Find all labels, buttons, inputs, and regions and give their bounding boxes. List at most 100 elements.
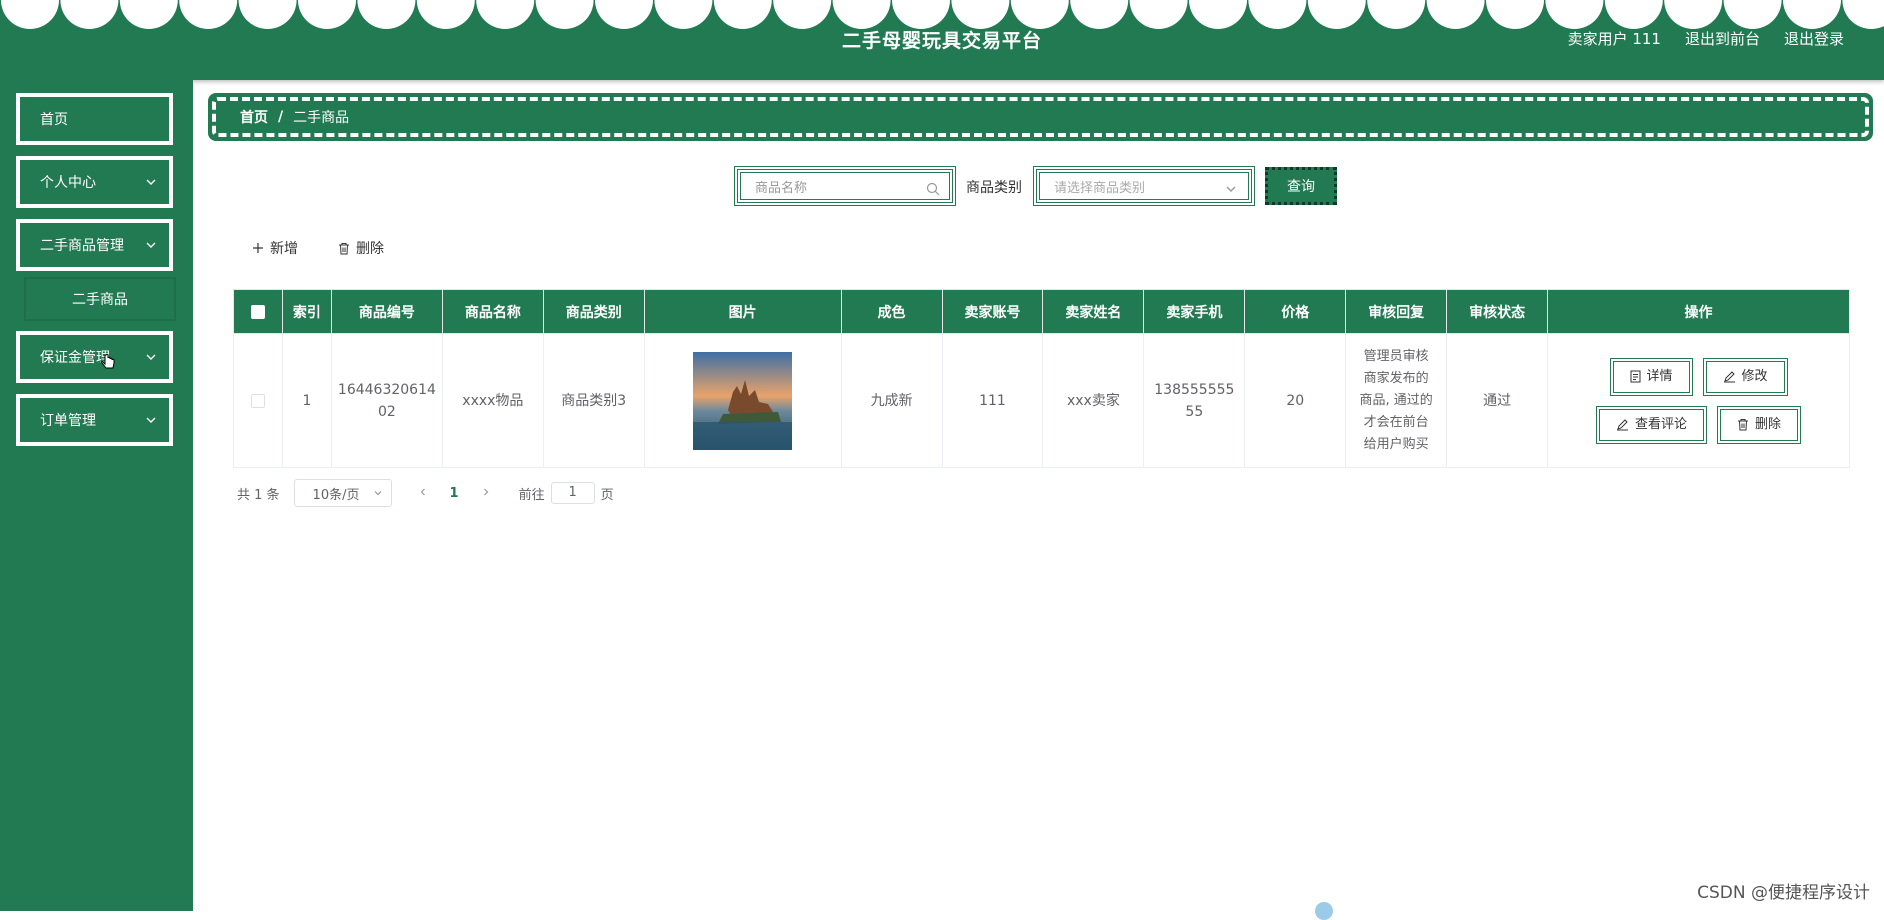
phone-line: 55 (1144, 401, 1244, 423)
logout-link[interactable]: 退出登录 (1784, 28, 1844, 49)
category-select[interactable]: 请选择商品类别 (1033, 166, 1255, 206)
price-cell: 20 (1245, 334, 1346, 468)
chevron-left-icon (418, 487, 428, 497)
name-cell: xxxx物品 (442, 334, 543, 468)
breadcrumb: 首页 / 二手商品 (208, 93, 1873, 141)
scallop (654, 0, 712, 29)
pagination: 共 1 条 10条/页 1 前往 1 页 (237, 479, 614, 507)
category-select-inner[interactable]: 请选择商品类别 (1039, 172, 1249, 200)
chevron-down-icon (145, 239, 157, 251)
column-header: 卖家手机 (1144, 290, 1245, 334)
goods-thumbnail-image[interactable] (693, 352, 792, 450)
chevron-right-icon (481, 487, 491, 497)
total-count: 共 1 条 (237, 484, 280, 503)
column-header: 卖家姓名 (1043, 290, 1144, 334)
scallop (1545, 0, 1603, 29)
pencil-icon (1616, 418, 1629, 431)
sidebar-subitem-goods[interactable]: 二手商品 (24, 277, 176, 321)
goto-suffix: 页 (601, 484, 614, 503)
scallop (1367, 0, 1425, 29)
goto-page-input[interactable]: 1 (551, 482, 595, 504)
detail-label: 详情 (1647, 366, 1673, 388)
seller-name-cell: xxx卖家 (1043, 334, 1144, 468)
scallop (536, 0, 594, 29)
chevron-down-icon (145, 414, 157, 426)
plus-icon (252, 242, 264, 254)
scallop (1070, 0, 1128, 29)
goods-table: 索引 商品编号 商品名称 商品类别 图片 成色 卖家账号 卖家姓名 卖家手机 价… (233, 289, 1850, 468)
watermark: CSDN @便捷程序设计 (1697, 878, 1870, 903)
sidebar-item-label: 订单管理 (40, 410, 96, 430)
select-all-cell[interactable] (234, 290, 283, 334)
scallop (120, 0, 178, 29)
sidebar-item-goods-management[interactable]: 二手商品管理 (16, 219, 173, 271)
breadcrumb-home[interactable]: 首页 (240, 107, 268, 127)
scallop (1308, 0, 1366, 29)
sidebar: 首页 个人中心 二手商品管理 二手商品 保证金管理 订单管理 (0, 80, 193, 911)
add-button[interactable]: 新增 (252, 238, 298, 258)
operations-group: 详情 修改 查看评论 删除 (1548, 358, 1849, 444)
scallop (1783, 0, 1841, 29)
page-size-value: 10条/页 (313, 484, 360, 503)
page-number[interactable]: 1 (450, 486, 459, 501)
scallop (417, 0, 475, 29)
row-select-cell[interactable] (234, 334, 283, 468)
table-row: 1 16446320614 02 xxxx物品 商品类别3 (234, 334, 1850, 468)
sidebar-item-deposit-management[interactable]: 保证金管理 (16, 331, 173, 383)
chevron-down-icon (373, 488, 383, 498)
scallop (1130, 0, 1188, 29)
column-header: 价格 (1245, 290, 1346, 334)
sidebar-item-personal-center[interactable]: 个人中心 (16, 156, 173, 208)
scallop (357, 0, 415, 29)
category-cell: 商品类别3 (543, 334, 644, 468)
edit-button[interactable]: 修改 (1703, 358, 1788, 396)
sidebar-item-home[interactable]: 首页 (16, 93, 173, 145)
trash-icon (1737, 418, 1749, 431)
edit-label: 修改 (1742, 366, 1768, 388)
pencil-icon (1723, 370, 1736, 383)
reply-line: 商家发布的 (1346, 368, 1446, 390)
scallop (239, 0, 297, 29)
search-input[interactable]: 商品名称 (740, 172, 950, 200)
row-checkbox[interactable] (251, 394, 265, 408)
hand-cursor-icon (100, 353, 116, 373)
next-page-button[interactable] (481, 486, 491, 501)
sidebar-item-label: 二手商品 (72, 289, 128, 309)
page-size-select[interactable]: 10条/页 (294, 479, 392, 507)
view-comments-button[interactable]: 查看评论 (1596, 406, 1707, 444)
breadcrumb-current: 二手商品 (293, 107, 349, 127)
top-header: 二手母婴玩具交易平台 卖家用户 111 退出到前台 退出登录 (0, 0, 1884, 80)
chevron-down-icon (145, 176, 157, 188)
trash-icon (338, 242, 350, 255)
sidebar-item-label: 个人中心 (40, 172, 96, 192)
operations-row: 详情 修改 (1610, 358, 1788, 396)
scallop (1, 0, 59, 29)
column-header: 商品类别 (543, 290, 644, 334)
image-cell (644, 334, 841, 468)
search-icon (926, 182, 940, 196)
table-header-row: 索引 商品编号 商品名称 商品类别 图片 成色 卖家账号 卖家姓名 卖家手机 价… (234, 290, 1850, 334)
code-cell: 16446320614 02 (331, 334, 442, 468)
column-header: 图片 (644, 290, 841, 334)
query-button[interactable]: 查询 (1265, 167, 1337, 205)
search-placeholder: 商品名称 (755, 177, 807, 196)
exit-to-front-link[interactable]: 退出到前台 (1685, 28, 1760, 49)
scallop (1724, 0, 1782, 29)
search-name-field[interactable]: 商品名称 (734, 166, 956, 206)
reply-line: 给用户购买 (1346, 434, 1446, 456)
scallop (1486, 0, 1544, 29)
code-line: 02 (332, 401, 442, 423)
scallop (773, 0, 831, 29)
category-placeholder: 请选择商品类别 (1054, 177, 1145, 196)
batch-delete-button[interactable]: 删除 (338, 238, 384, 258)
select-all-checkbox[interactable] (251, 305, 265, 319)
add-label: 新增 (270, 238, 298, 258)
prev-page-button[interactable] (418, 486, 428, 501)
scallop (1427, 0, 1485, 29)
delete-label: 删除 (356, 238, 384, 258)
scallop (298, 0, 356, 29)
detail-button[interactable]: 详情 (1610, 358, 1693, 396)
sidebar-item-order-management[interactable]: 订单管理 (16, 394, 173, 446)
operations-row: 查看评论 删除 (1596, 406, 1801, 444)
delete-row-button[interactable]: 删除 (1717, 406, 1801, 444)
